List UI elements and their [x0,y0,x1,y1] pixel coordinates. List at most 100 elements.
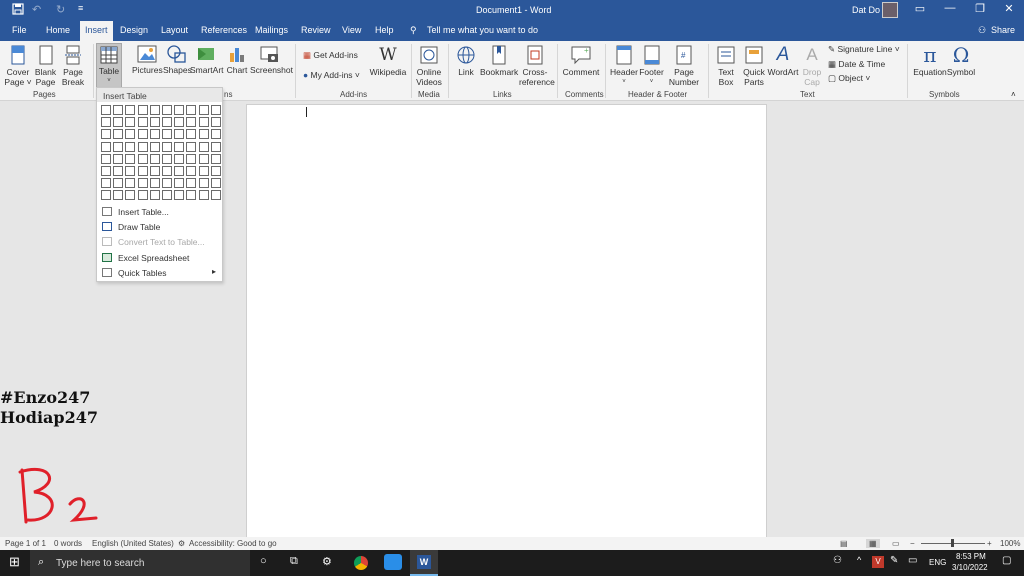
task-view-icon[interactable]: ⧉ [290,555,298,568]
wordart-button[interactable]: A WordArt [767,45,799,78]
undo-icon[interactable]: ↶ [32,3,41,16]
table-grid-cell[interactable] [186,141,197,152]
table-grid-cell[interactable] [113,178,124,189]
web-layout-icon[interactable]: ▭ [892,539,900,548]
close-icon[interactable]: ✕ [999,2,1019,15]
input-language[interactable]: ENG [929,558,946,567]
table-grid-cell[interactable] [186,190,197,201]
page-count[interactable]: Page 1 of 1 [5,539,46,548]
table-grid-cell[interactable] [162,166,172,176]
get-addins-button[interactable]: ▦ Get Add-ins [303,50,358,61]
table-grid-cell[interactable] [137,166,148,176]
table-grid-cell[interactable] [210,153,221,164]
table-grid-cell[interactable] [186,153,197,164]
equation-button[interactable]: π Equation [911,45,949,77]
table-grid-cell[interactable] [162,129,172,140]
table-grid-cell[interactable] [210,129,221,140]
table-grid-cell[interactable] [113,141,124,152]
table-grid-cell[interactable] [198,129,209,140]
accessibility-status[interactable]: Accessibility: Good to go [189,539,277,548]
table-grid-cell[interactable] [149,117,160,128]
table-grid-cell[interactable] [125,166,136,176]
table-grid-cell[interactable] [186,117,197,128]
link-button[interactable]: Link [453,45,479,77]
table-grid-cell[interactable] [198,141,209,152]
table-grid-cell[interactable] [210,178,221,189]
table-grid-cell[interactable] [174,166,185,176]
table-grid-cell[interactable] [137,141,148,152]
tell-me-search[interactable]: Tell me what you want to do [427,25,538,35]
print-layout-icon[interactable]: ▦ [866,539,880,548]
table-grid-cell[interactable] [101,105,111,115]
table-grid-cell[interactable] [174,178,185,189]
table-grid-cell[interactable] [125,178,136,189]
collapse-ribbon-icon[interactable]: ˄ [1011,90,1016,99]
table-grid-cell[interactable] [210,166,221,176]
date-time-button[interactable]: ▦ Date & Time [828,59,885,70]
table-grid-cell[interactable] [174,141,185,152]
settings-icon[interactable]: ⚙ [322,555,332,568]
table-grid-cell[interactable] [198,190,209,201]
table-grid-cell[interactable] [186,178,197,189]
menu-insert-table[interactable]: Insert Table... [97,204,222,219]
table-grid-cell[interactable] [125,105,136,115]
table-grid-cell[interactable] [174,129,185,140]
page-break-button[interactable]: Page Break [60,45,86,87]
blank-page-button[interactable]: Blank Page [33,45,58,87]
tab-file[interactable]: File [12,25,27,35]
table-grid-cell[interactable] [162,141,172,152]
table-grid-cell[interactable] [113,166,124,176]
zoom-slider-thumb[interactable] [951,539,954,547]
table-grid-cell[interactable] [113,117,124,128]
table-grid-cell[interactable] [137,190,148,201]
tab-design[interactable]: Design [120,25,148,35]
read-mode-icon[interactable]: ▤ [840,539,848,548]
antivirus-icon[interactable]: V [872,556,884,568]
redo-icon[interactable]: ↻ [56,3,65,16]
table-grid-cell[interactable] [162,153,172,164]
table-button[interactable]: Table ˅ [96,43,122,89]
table-grid-cell[interactable] [113,190,124,201]
table-grid-cell[interactable] [125,129,136,140]
cortana-icon[interactable]: ○ [260,555,267,567]
tab-view[interactable]: View [342,25,361,35]
table-grid-cell[interactable] [149,166,160,176]
zoom-level[interactable]: 100% [1000,539,1020,548]
save-icon[interactable] [12,3,24,18]
bookmark-button[interactable]: Bookmark [480,45,518,77]
chrome-icon[interactable] [354,556,368,570]
table-grid-cell[interactable] [137,117,148,128]
text-box-button[interactable]: Text Box [712,45,740,87]
word-count[interactable]: 0 words [54,539,82,548]
pen-icon[interactable]: ✎ [890,555,898,566]
table-grid-cell[interactable] [137,153,148,164]
tab-review[interactable]: Review [301,25,331,35]
object-button[interactable]: ▢ Object ˅ [828,73,870,84]
table-grid-cell[interactable] [186,105,197,115]
share-button[interactable]: Share [991,25,1015,35]
user-name[interactable]: Dat Do [852,5,880,15]
table-grid-cell[interactable] [210,190,221,201]
my-addins-button[interactable]: ● My Add-ins ˅ [303,70,360,80]
tab-insert[interactable]: Insert [80,21,113,41]
pictures-button[interactable]: Pictures [132,45,163,75]
table-grid-cell[interactable] [125,141,136,152]
table-grid-cell[interactable] [210,141,221,152]
table-grid-cell[interactable] [113,153,124,164]
zoom-out-icon[interactable]: − [910,539,915,548]
table-grid-cell[interactable] [186,129,197,140]
table-grid-cell[interactable] [162,105,172,115]
tab-mailings[interactable]: Mailings [255,25,288,35]
menu-draw-table[interactable]: Draw Table [97,219,222,234]
zoom-in-icon[interactable]: + [987,539,992,548]
table-grid-cell[interactable] [162,117,172,128]
tab-layout[interactable]: Layout [161,25,188,35]
people-icon[interactable]: ⚇ [833,555,842,566]
table-grid-cell[interactable] [101,117,111,128]
menu-quick-tables[interactable]: Quick Tables ▸ [97,265,222,280]
symbol-button[interactable]: Ω Symbol [945,45,977,77]
cover-page-button[interactable]: Cover Page ˅ [4,45,32,87]
restore-icon[interactable]: ❐ [970,2,990,15]
windows-start-icon[interactable]: ⊞ [9,554,20,570]
chart-button[interactable]: Chart [225,45,249,75]
